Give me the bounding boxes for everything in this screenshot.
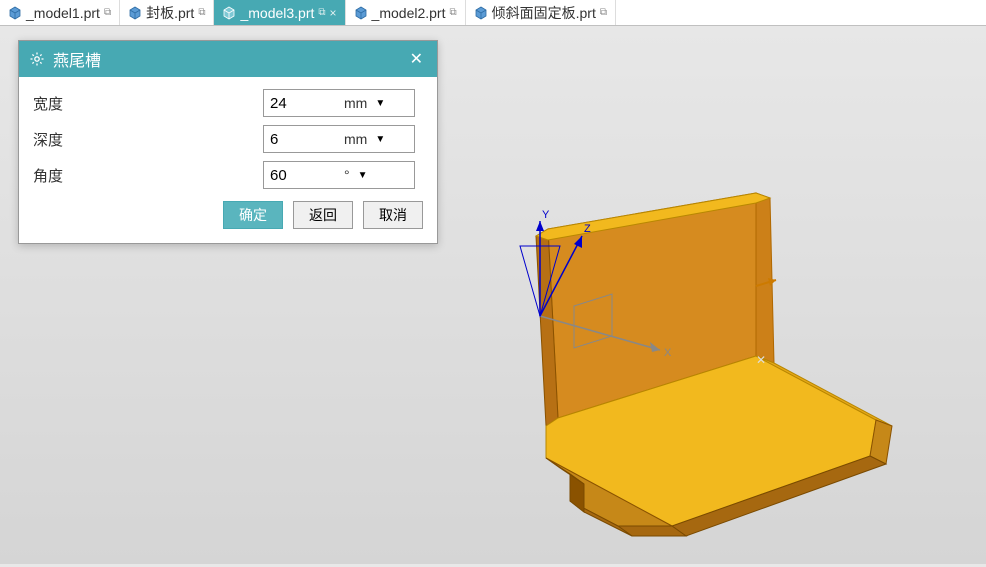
close-icon[interactable]: ✕ [406,49,427,69]
back-button[interactable]: 返回 [293,201,353,229]
width-input[interactable] [264,90,344,116]
tab-label: _model2.prt [372,5,446,21]
cancel-button[interactable]: 取消 [363,201,423,229]
part-icon [8,6,22,20]
label-depth: 深度 [33,129,263,150]
chevron-down-icon[interactable]: ▼ [369,98,391,109]
input-group-angle: ° ▼ [263,161,415,189]
popout-icon[interactable]: ⧉ [318,7,325,18]
dovetail-dialog: 燕尾槽 ✕ 宽度 mm ▼ 深度 mm ▼ 角度 ° ▼ [18,40,438,244]
row-width: 宽度 mm ▼ [33,89,423,117]
tab-label: 倾斜面固定板.prt [492,3,596,23]
row-angle: 角度 ° ▼ [33,161,423,189]
part-icon [128,6,142,20]
tab-label: _model3.prt [240,5,314,21]
svg-text:✕: ✕ [756,353,766,367]
button-row: 确定 返回 取消 [33,201,423,229]
chevron-down-icon[interactable]: ▼ [352,170,374,181]
popout-icon[interactable]: ⧉ [600,7,607,18]
tab-bar: _model1.prt ⧉ 封板.prt ⧉ _model3.prt ⧉ × _… [0,0,986,26]
dialog-title: 燕尾槽 [53,47,406,71]
close-icon[interactable]: × [330,6,337,20]
popout-icon[interactable]: ⧉ [198,7,205,18]
tab-qingxie[interactable]: 倾斜面固定板.prt ⧉ [466,0,616,25]
tab-model2[interactable]: _model2.prt ⧉ [346,0,466,25]
popout-icon[interactable]: ⧉ [104,7,111,18]
chevron-down-icon[interactable]: ▼ [369,134,391,145]
depth-input[interactable] [264,126,344,152]
part-icon [354,6,368,20]
svg-text:Y: Y [542,209,550,221]
part-icon [474,6,488,20]
tab-model3[interactable]: _model3.prt ⧉ × [214,0,345,25]
tab-label: 封板.prt [146,3,194,23]
tab-fengban[interactable]: 封板.prt ⧉ [120,0,214,25]
dialog-titlebar[interactable]: 燕尾槽 ✕ [19,41,437,77]
svg-text:Z: Z [584,223,591,235]
unit-depth: mm [344,131,369,147]
model-body [536,193,892,536]
input-group-depth: mm ▼ [263,125,415,153]
label-angle: 角度 [33,165,263,186]
row-depth: 深度 mm ▼ [33,125,423,153]
ok-button[interactable]: 确定 [223,201,283,229]
label-width: 宽度 [33,93,263,114]
svg-text:X: X [664,347,672,359]
axes-triad: Y X Z ✕ [520,209,776,367]
popout-icon[interactable]: ⧉ [449,7,456,18]
tab-model1[interactable]: _model1.prt ⧉ [0,0,120,25]
unit-width: mm [344,95,369,111]
unit-angle: ° [344,167,352,183]
gear-icon [29,51,45,67]
part-icon [222,6,236,20]
tab-label: _model1.prt [26,5,100,21]
angle-input[interactable] [264,162,344,188]
dialog-body: 宽度 mm ▼ 深度 mm ▼ 角度 ° ▼ 确定 返回 [19,77,437,243]
input-group-width: mm ▼ [263,89,415,117]
